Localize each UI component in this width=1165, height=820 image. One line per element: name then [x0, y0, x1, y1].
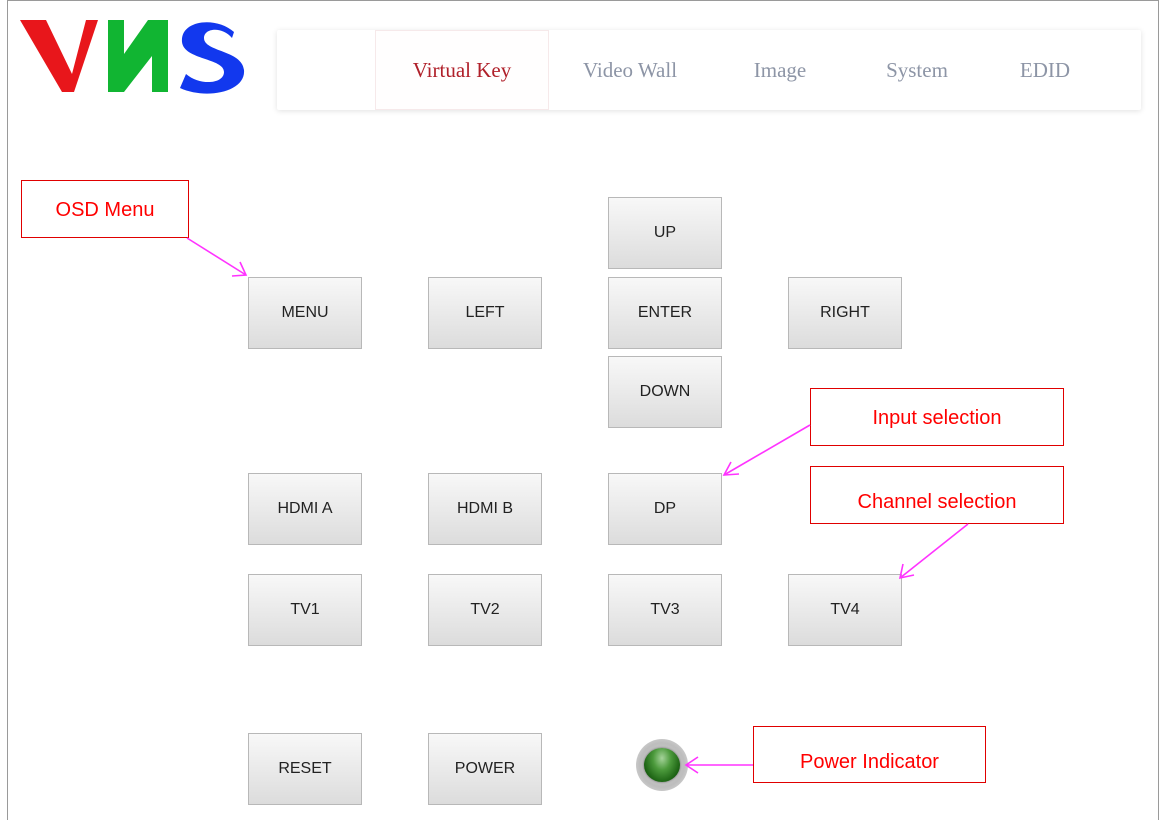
- reset-button[interactable]: RESET: [248, 733, 362, 805]
- callout-channel-selection: Channel selection: [810, 466, 1064, 524]
- top-navigation: Virtual Key Video Wall Image System EDID: [277, 30, 1141, 110]
- callout-power-indicator: Power Indicator: [753, 726, 986, 783]
- tab-video-wall[interactable]: Video Wall: [555, 30, 705, 110]
- tv3-button[interactable]: TV3: [608, 574, 722, 646]
- tab-virtual-key[interactable]: Virtual Key: [375, 30, 549, 110]
- logo-letter-n: [108, 20, 168, 92]
- tab-edid[interactable]: EDID: [995, 30, 1095, 110]
- tv1-button[interactable]: TV1: [248, 574, 362, 646]
- hdmi-a-button[interactable]: HDMI A: [248, 473, 362, 545]
- callout-osd-menu: OSD Menu: [21, 180, 189, 238]
- tab-image[interactable]: Image: [725, 30, 835, 110]
- logo-graphic: [20, 20, 245, 94]
- logo-letter-v: [20, 20, 98, 92]
- power-button[interactable]: POWER: [428, 733, 542, 805]
- left-button[interactable]: LEFT: [428, 277, 542, 349]
- tab-system[interactable]: System: [857, 30, 977, 110]
- tv4-button[interactable]: TV4: [788, 574, 902, 646]
- power-indicator-led: [636, 739, 688, 791]
- menu-button[interactable]: MENU: [248, 277, 362, 349]
- callout-input-selection: Input selection: [810, 388, 1064, 446]
- hdmi-b-button[interactable]: HDMI B: [428, 473, 542, 545]
- down-button[interactable]: DOWN: [608, 356, 722, 428]
- power-indicator-light: [644, 748, 680, 782]
- enter-button[interactable]: ENTER: [608, 277, 722, 349]
- dp-button[interactable]: DP: [608, 473, 722, 545]
- logo-letter-s: [180, 22, 245, 94]
- vns-logo: V N S: [20, 14, 248, 94]
- right-button[interactable]: RIGHT: [788, 277, 902, 349]
- tv2-button[interactable]: TV2: [428, 574, 542, 646]
- up-button[interactable]: UP: [608, 197, 722, 269]
